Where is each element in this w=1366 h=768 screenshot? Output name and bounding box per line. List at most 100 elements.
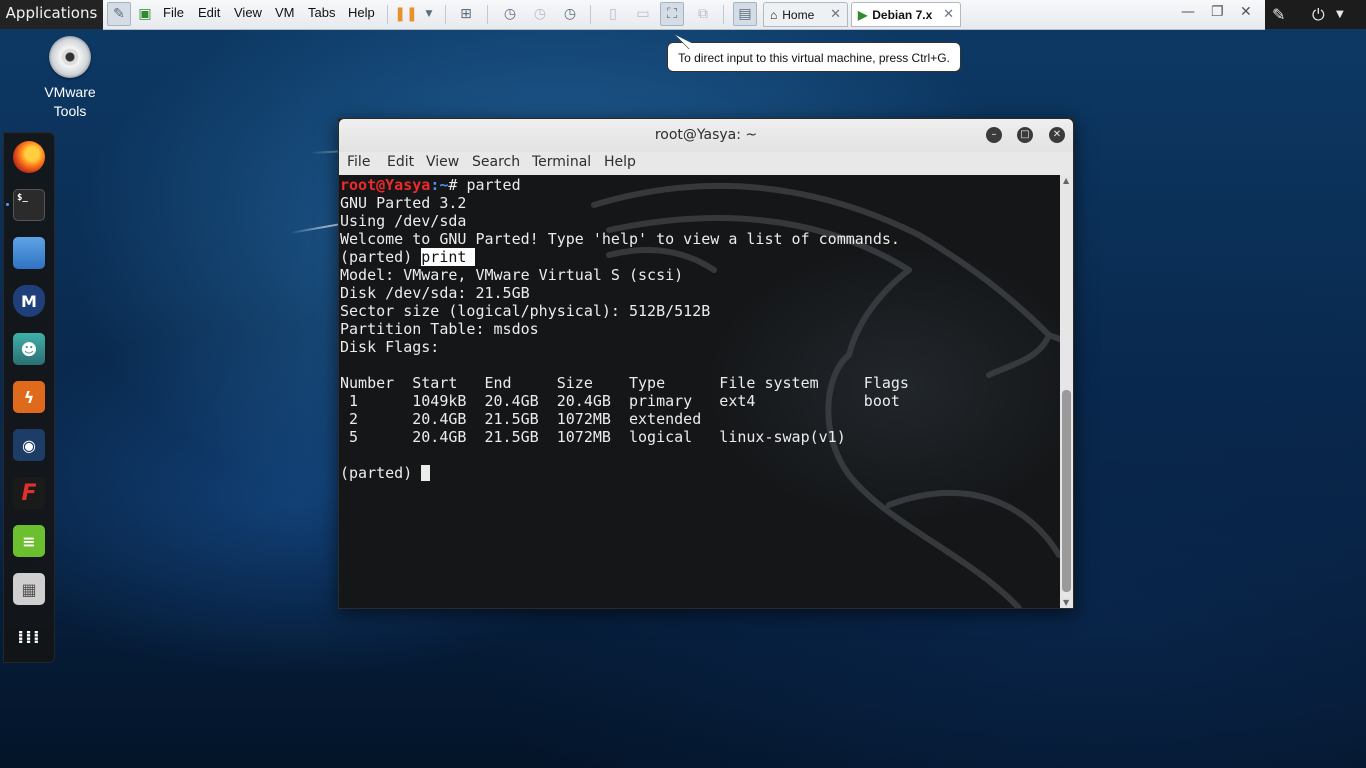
separator: [723, 5, 724, 24]
revert-snapshot-icon[interactable]: ◷: [530, 4, 550, 24]
terminal-menubar: File Edit View Search Terminal Help: [339, 152, 1073, 176]
output-line: Model: VMware, VMware Virtual S (scsi): [340, 266, 684, 284]
output-line: Using /dev/sda: [340, 212, 467, 230]
close-icon[interactable]: ✕: [1049, 127, 1065, 143]
restore-icon[interactable]: ❐: [1211, 4, 1224, 20]
dock: $_ M ☻ ϟ ◉ F ≡ ▦ ⁞⁞⁞: [3, 132, 55, 663]
menu-search[interactable]: Search: [472, 154, 520, 170]
top-panel: Applications ✎ ▣ File Edit View VM Tabs …: [0, 0, 1366, 30]
desktop-icon-label-1: VMware: [44, 84, 96, 100]
partition-table-header: Number Start End Size Type File system F…: [340, 374, 909, 392]
scrollbar-thumb[interactable]: [1062, 390, 1071, 592]
prompt-path: :~: [430, 176, 449, 194]
pause-icon[interactable]: ❚❚: [394, 4, 417, 24]
terminal-window: root@Yasya: ~ – □ ✕ File Edit View Searc…: [338, 118, 1074, 609]
text-cursor: [421, 465, 431, 481]
running-indicator: [6, 203, 9, 206]
separator: [590, 5, 591, 24]
parted-prompt: (parted): [340, 248, 422, 266]
partition-row: 1 1049kB 20.4GB 20.4GB primary ext4 boot: [340, 392, 900, 410]
menu-view[interactable]: View: [234, 5, 262, 20]
menu-file[interactable]: File: [347, 154, 370, 170]
partition-row: 5 20.4GB 21.5GB 1072MB logical linux-swa…: [340, 428, 846, 446]
snapshot-manager-icon[interactable]: ◷: [560, 4, 580, 24]
parted-prompt: (parted): [340, 464, 422, 482]
cd-icon: [49, 36, 91, 78]
output-line: Partition Table: msdos: [340, 320, 539, 338]
metasploit-icon[interactable]: M: [13, 285, 45, 317]
output-line: Sector size (logical/physical): 512B/512…: [340, 302, 711, 320]
burpsuite-icon[interactable]: ϟ: [13, 381, 45, 413]
prompt-user: root@Yasya: [340, 176, 431, 194]
fullscreen-icon[interactable]: ⛶: [660, 2, 684, 26]
vm-running-icon: ▶: [858, 7, 868, 22]
home-icon: ⌂: [770, 7, 778, 22]
output-line: Disk /dev/sda: 21.5GB: [340, 284, 530, 302]
scroll-up-icon[interactable]: ▲: [1063, 176, 1069, 185]
vmware-toolbar: ✎ ▣ File Edit View VM Tabs Help ❚❚ ▼ ⊞ ◷…: [103, 0, 1265, 30]
network-icon[interactable]: ⊞: [456, 4, 476, 24]
separator: [445, 5, 446, 24]
armitage-icon[interactable]: ☻: [13, 333, 45, 365]
menu-tabs[interactable]: Tabs: [308, 5, 335, 20]
power-icon[interactable]: ⏻: [1312, 5, 1325, 25]
scroll-down-icon[interactable]: ▼: [1063, 598, 1069, 607]
show-applications-icon[interactable]: ⁞⁞⁞: [13, 621, 45, 653]
desktop-icon-vmware-tools[interactable]: VMware Tools: [30, 36, 110, 119]
snapshot-icon[interactable]: ◷: [500, 4, 520, 24]
output-line: Welcome to GNU Parted! Type 'help' to vi…: [340, 230, 900, 248]
menu-view[interactable]: View: [426, 154, 459, 170]
output-line: GNU Parted 3.2: [340, 194, 467, 212]
tab-home[interactable]: ⌂ Home ✕: [763, 2, 848, 27]
desktop-icon-label-2: Tools: [53, 103, 87, 119]
disk-utility-icon[interactable]: ▦: [13, 573, 45, 605]
window-title: root@Yasya: ~: [654, 127, 758, 143]
chevron-down-icon[interactable]: ▼: [419, 4, 439, 24]
thumbnail-icon[interactable]: ▭: [633, 4, 653, 24]
menu-help[interactable]: Help: [604, 154, 636, 170]
command-text: parted: [466, 176, 521, 194]
tab-home-label: Home: [782, 7, 815, 22]
input-tooltip: To direct input to this virtual machine,…: [667, 42, 961, 72]
vm-icon[interactable]: ▣: [135, 4, 155, 24]
unity-icon[interactable]: ⧉: [693, 4, 713, 24]
prompt-symbol: #: [448, 176, 467, 194]
close-icon[interactable]: ✕: [830, 6, 841, 22]
separator: [487, 5, 488, 24]
faraday-icon[interactable]: F: [13, 477, 45, 509]
tools-icon[interactable]: ✎: [1272, 5, 1285, 24]
pin-icon[interactable]: ✎: [107, 2, 131, 26]
terminal-scrollbar[interactable]: ▲ ▼: [1060, 175, 1073, 608]
terminal-text: root@Yasya:~# parted GNU Parted 3.2 Usin…: [340, 176, 909, 482]
close-icon[interactable]: ✕: [943, 6, 954, 22]
menu-help[interactable]: Help: [348, 5, 375, 20]
applications-menu[interactable]: Applications: [0, 0, 103, 29]
files-icon[interactable]: [13, 237, 45, 269]
close-icon[interactable]: ✕: [1240, 4, 1252, 20]
chevron-down-icon[interactable]: ▼: [1336, 9, 1344, 20]
terminal-titlebar[interactable]: root@Yasya: ~ – □ ✕: [339, 119, 1073, 152]
menu-vm[interactable]: VM: [275, 5, 295, 20]
menu-edit[interactable]: Edit: [387, 154, 414, 170]
minimize-icon[interactable]: —: [1181, 4, 1195, 20]
print-command: print: [421, 248, 476, 266]
console-view-icon[interactable]: ▤: [733, 2, 757, 26]
minimize-icon[interactable]: –: [986, 127, 1002, 143]
maltego-icon[interactable]: ◉: [13, 429, 45, 461]
maximize-icon[interactable]: □: [1017, 127, 1033, 143]
partition-row: 2 20.4GB 21.5GB 1072MB extended: [340, 410, 702, 428]
firefox-icon[interactable]: [13, 141, 45, 173]
terminal-output[interactable]: root@Yasya:~# parted GNU Parted 3.2 Usin…: [339, 175, 1061, 608]
menu-edit[interactable]: Edit: [198, 5, 220, 20]
tab-debian-label: Debian 7.x: [872, 7, 933, 22]
separator: [387, 5, 388, 24]
output-line: Disk Flags:: [340, 338, 440, 356]
menu-file[interactable]: File: [163, 5, 184, 20]
menu-terminal[interactable]: Terminal: [532, 154, 591, 170]
terminal-icon[interactable]: $_: [13, 189, 45, 221]
sidebar-icon[interactable]: ▯: [603, 4, 623, 24]
tab-debian[interactable]: ▶ Debian 7.x ✕: [851, 2, 961, 27]
text-editor-icon[interactable]: ≡: [13, 525, 45, 557]
light-streak: [309, 150, 341, 154]
light-streak: [289, 223, 340, 234]
